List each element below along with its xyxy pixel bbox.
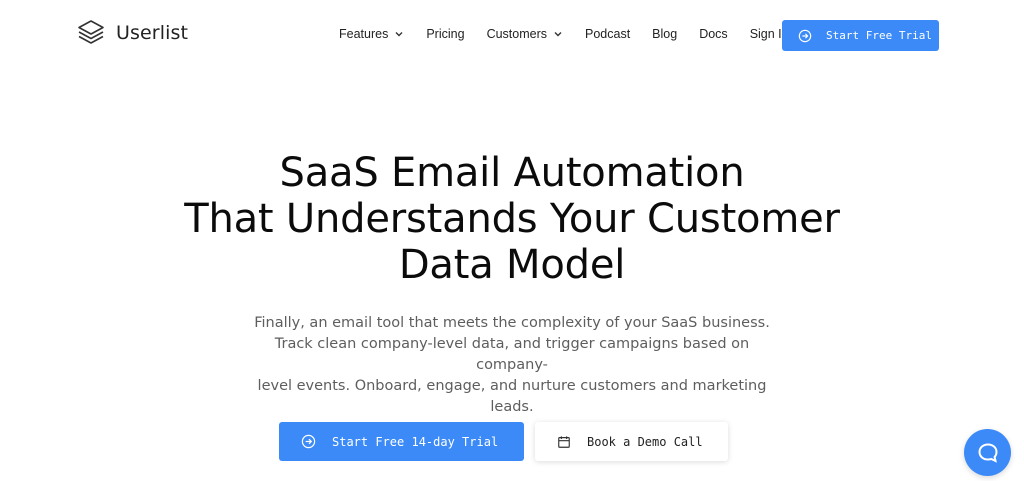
nav-label: Blog bbox=[652, 27, 678, 41]
start-free-trial-button[interactable]: Start Free Trial bbox=[782, 20, 939, 51]
nav-label: Customers bbox=[486, 27, 547, 41]
nav-label: Podcast bbox=[585, 27, 631, 41]
hero-title-line: Data Model bbox=[398, 242, 626, 288]
button-label: Start Free Trial bbox=[826, 29, 932, 42]
start-free-14-day-trial-button[interactable]: Start Free 14-day Trial bbox=[279, 422, 524, 461]
button-label: Book a Demo Call bbox=[587, 434, 703, 449]
arrow-circle-right-icon bbox=[798, 29, 812, 42]
hero-title-line: That Understands Your Customer bbox=[184, 196, 840, 242]
brand-name: Userlist bbox=[116, 22, 189, 44]
nav-label: Pricing bbox=[426, 27, 465, 41]
nav-label: Docs bbox=[699, 27, 728, 41]
chevron-down-icon bbox=[395, 32, 403, 37]
hero-title: SaaS Email Automation That Understands Y… bbox=[0, 150, 1024, 288]
main-nav: Features Pricing Customers Podcast Blog … bbox=[339, 27, 811, 41]
nav-item-podcast[interactable]: Podcast bbox=[585, 27, 630, 41]
hero-subtitle: Finally, an email tool that meets the co… bbox=[240, 313, 784, 418]
hero-subtitle-line: level events. Onboard, engage, and nurtu… bbox=[257, 378, 767, 415]
chat-launcher-button[interactable] bbox=[964, 429, 1011, 476]
site-header: Userlist Features Pricing Customers Podc… bbox=[0, 0, 1024, 70]
button-label: Start Free 14-day Trial bbox=[332, 434, 499, 449]
hero-subtitle-line: Finally, an email tool that meets the co… bbox=[254, 315, 770, 331]
stacked-layers-icon bbox=[78, 20, 104, 44]
nav-item-customers[interactable]: Customers bbox=[487, 27, 563, 41]
hero-title-line: SaaS Email Automation bbox=[279, 150, 745, 196]
brand-logo[interactable]: Userlist bbox=[76, 18, 188, 48]
chat-bubble-icon bbox=[977, 442, 998, 463]
nav-item-docs[interactable]: Docs bbox=[699, 27, 727, 41]
nav-item-features[interactable]: Features bbox=[339, 27, 404, 41]
calendar-icon bbox=[558, 435, 570, 448]
chevron-down-icon bbox=[554, 32, 562, 37]
hero-subtitle-line: Track clean company-level data, and trig… bbox=[274, 336, 750, 373]
arrow-circle-right-icon bbox=[301, 434, 316, 449]
nav-item-pricing[interactable]: Pricing bbox=[426, 27, 464, 41]
book-demo-call-button[interactable]: Book a Demo Call bbox=[535, 422, 728, 461]
nav-item-blog[interactable]: Blog bbox=[652, 27, 677, 41]
nav-label: Features bbox=[339, 27, 389, 41]
